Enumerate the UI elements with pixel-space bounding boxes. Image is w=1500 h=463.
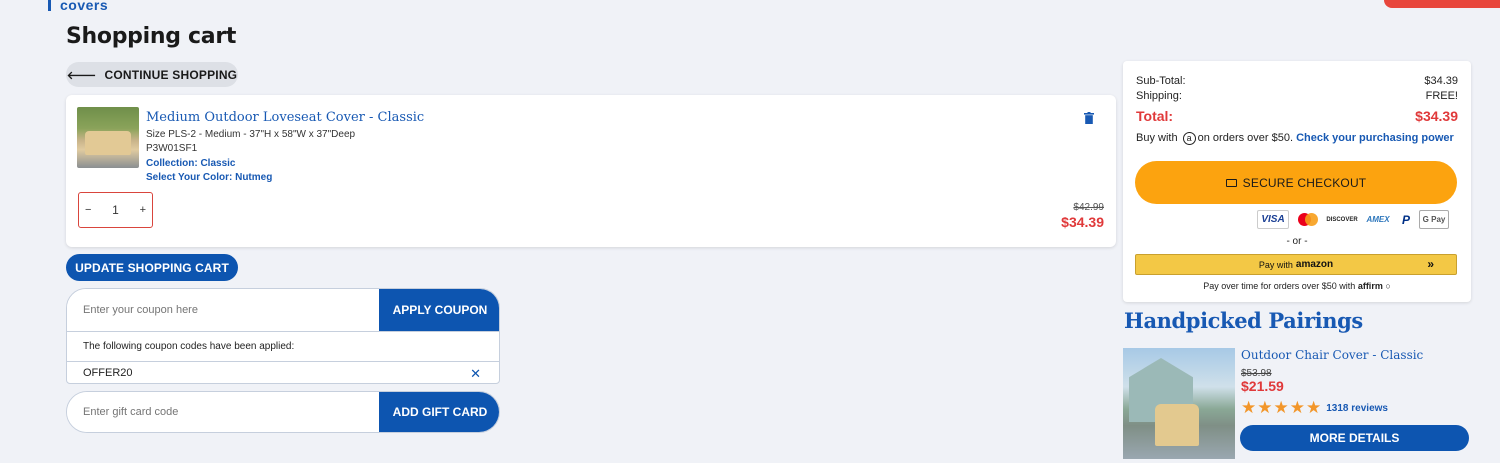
product-size: Size PLS-2 - Medium - 37"H x 58"W x 37"D… [146, 129, 356, 140]
reviews-link[interactable]: 1318 reviews [1326, 403, 1388, 414]
checkout-label: SECURE CHECKOUT [1242, 175, 1367, 190]
shipping-label: Shipping: [1136, 90, 1182, 102]
order-summary: Sub-Total: $34.39 Shipping: FREE! Total:… [1123, 61, 1471, 302]
affirm-prefix: Buy with [1136, 132, 1178, 144]
chevron-right-icon: » [1427, 257, 1434, 271]
payment-logos: VISA DISCOVER AMEX P G Pay [1257, 210, 1449, 229]
affirm-icon: a [1182, 132, 1196, 145]
affirm-bottom-text: Pay over time for orders over $50 with [1203, 281, 1356, 291]
gift-card-section: ADD GIFT CARD [66, 391, 500, 433]
original-price: $42.99 [1073, 202, 1104, 213]
mastercard-icon [1295, 210, 1321, 229]
affirm-suffix: on orders over $50. [1197, 132, 1294, 144]
quantity-decrease-button[interactable]: − [85, 204, 91, 216]
apply-coupon-button[interactable]: APPLY COUPON [379, 289, 499, 331]
coupon-input[interactable] [67, 289, 379, 331]
product-color: Select Your Color: Nutmeg [146, 172, 273, 183]
coupon-section: APPLY COUPON The following coupon codes … [66, 288, 500, 384]
credit-card-icon [1225, 178, 1237, 187]
total-value: $34.39 [1415, 108, 1458, 124]
subtotal-label: Sub-Total: [1136, 75, 1186, 87]
star-rating: ★ ★ ★ ★ ★ 1318 reviews [1241, 399, 1388, 417]
cart-item: Medium Outdoor Loveseat Cover - Classic … [66, 95, 1116, 247]
product-collection: Collection: Classic [146, 158, 236, 169]
pairing-sale-price: $21.59 [1241, 378, 1284, 394]
logo-text: covers [60, 0, 109, 13]
more-details-button[interactable]: MORE DETAILS [1240, 425, 1469, 451]
total-label: Total: [1136, 108, 1174, 124]
remove-coupon-icon[interactable]: ✕ [470, 366, 481, 382]
logo-mark [48, 0, 51, 11]
quantity-increase-button[interactable]: + [140, 204, 146, 216]
secure-checkout-button[interactable]: SECURE CHECKOUT [1135, 161, 1457, 204]
affirm-logo: affirm [1357, 281, 1383, 291]
google-pay-icon: G Pay [1419, 210, 1449, 229]
shipping-value: FREE! [1425, 90, 1458, 102]
arrow-left-icon: 🡐 [66, 69, 97, 82]
subtotal-value: $34.39 [1424, 75, 1458, 87]
paypal-icon: P [1401, 212, 1410, 227]
star-half-icon: ★ [1306, 398, 1322, 417]
header-action-button[interactable] [1384, 0, 1500, 8]
amazon-pay-button[interactable]: Pay with amazon » [1135, 254, 1457, 275]
pairing-product-image[interactable] [1123, 348, 1235, 459]
pairing-product-title[interactable]: Outdoor Chair Cover - Classic [1241, 348, 1423, 362]
shipping-row: Shipping: FREE! [1136, 90, 1458, 102]
affirm-pay-over-time: Pay over time for orders over $50 with a… [1123, 281, 1471, 291]
visa-icon: VISA [1257, 210, 1289, 229]
product-title-link[interactable]: Medium Outdoor Loveseat Cover - Classic [146, 110, 424, 125]
page-title: Shopping cart [66, 24, 237, 49]
applied-coupon-code: OFFER20 [83, 367, 133, 379]
affirm-promo: Buy with a on orders over $50. Check your… [1136, 132, 1454, 145]
amex-icon: AMEX [1366, 215, 1390, 224]
product-thumbnail[interactable] [77, 107, 139, 168]
continue-shopping-button[interactable]: 🡐 CONTINUE SHOPPING [66, 62, 238, 87]
trash-icon[interactable] [1084, 112, 1094, 124]
quantity-value[interactable]: 1 [112, 203, 119, 217]
quantity-stepper: − 1 + [78, 192, 153, 228]
pairings-title: Handpicked Pairings [1124, 308, 1363, 333]
discover-icon: DISCOVER [1326, 216, 1358, 223]
or-divider: - or - [1286, 236, 1308, 247]
sale-price: $34.39 [1061, 214, 1104, 230]
coupon-applied-note: The following coupon codes have been app… [67, 331, 499, 361]
update-cart-button[interactable]: UPDATE SHOPPING CART [66, 254, 238, 281]
info-icon[interactable]: ○ [1385, 281, 1390, 291]
continue-shopping-label: CONTINUE SHOPPING [104, 67, 238, 82]
star-icon: ★ [1257, 398, 1273, 417]
applied-coupon-row: OFFER20 ✕ [67, 361, 499, 383]
star-icon: ★ [1241, 398, 1257, 417]
total-row: Total: $34.39 [1136, 108, 1458, 124]
subtotal-row: Sub-Total: $34.39 [1136, 75, 1458, 87]
amazon-pay-prefix: Pay with [1258, 259, 1293, 270]
gift-card-input[interactable] [67, 392, 379, 432]
star-icon: ★ [1273, 398, 1289, 417]
add-gift-card-button[interactable]: ADD GIFT CARD [379, 392, 499, 432]
amazon-logo: amazon [1295, 259, 1334, 270]
star-icon: ★ [1289, 398, 1305, 417]
check-purchasing-power-link[interactable]: Check your purchasing power [1296, 132, 1454, 144]
product-sku: P3W01SF1 [146, 143, 198, 154]
